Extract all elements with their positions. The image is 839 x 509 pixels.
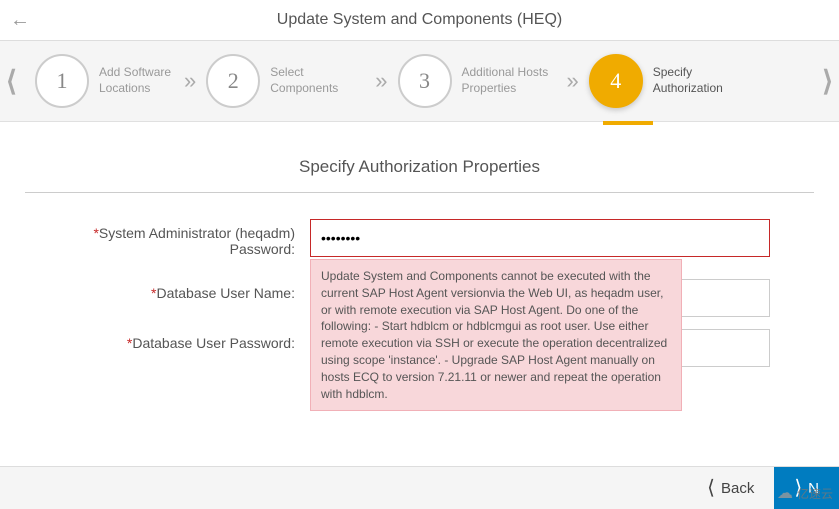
step-label: Select Components [270, 65, 365, 96]
watermark: ☁ 亿速云 [777, 483, 833, 503]
sysadmin-password-input[interactable] [310, 219, 770, 257]
label-text: System Administrator (heqadm) Password: [99, 225, 295, 257]
chevron-right-icon: » [375, 68, 387, 94]
watermark-text: 亿速云 [797, 485, 833, 502]
chevron-right-icon: » [567, 68, 579, 94]
row-sysadmin-password: *System Administrator (heqadm) Password:… [15, 213, 824, 263]
content-area: Specify Authorization Properties *System… [0, 122, 839, 388]
db-password-label: *Database User Password: [45, 329, 295, 351]
top-bar: ← Update System and Components (HEQ) [0, 0, 839, 40]
step-label: Add Software Locations [99, 65, 174, 96]
chevron-right-icon: » [184, 68, 196, 94]
error-tooltip: Update System and Components cannot be e… [310, 259, 682, 411]
label-text: Database User Password: [132, 335, 295, 351]
section-title-wrap: Specify Authorization Properties [25, 137, 814, 193]
wizard-bar: ⟨ 1 Add Software Locations » 2 Select Co… [0, 40, 839, 122]
wizard-step-2[interactable]: 2 Select Components [206, 54, 365, 108]
content-panel: Specify Authorization Properties *System… [15, 137, 824, 373]
wizard-step-4[interactable]: 4 Specify Authorization [589, 54, 728, 108]
wizard-steps: 1 Add Software Locations » 2 Select Comp… [35, 54, 804, 108]
wizard-step-1[interactable]: 1 Add Software Locations [35, 54, 174, 108]
back-arrow-icon[interactable]: ← [10, 10, 30, 30]
section-title: Specify Authorization Properties [25, 137, 814, 192]
back-button-label: Back [721, 480, 754, 497]
page-title: Update System and Components (HEQ) [0, 11, 839, 29]
label-text: Database User Name: [156, 285, 295, 301]
step-number: 1 [35, 54, 89, 108]
wizard-prev-icon[interactable]: ⟨ [6, 65, 17, 98]
step-label: Specify Authorization [653, 65, 728, 96]
wizard-next-icon[interactable]: ⟩ [822, 65, 833, 98]
step-number: 3 [398, 54, 452, 108]
sysadmin-password-input-wrap: Update System and Components cannot be e… [310, 219, 770, 257]
wizard-step-3[interactable]: 3 Additional Hosts Properties [398, 54, 557, 108]
step-number: 2 [206, 54, 260, 108]
back-button[interactable]: ⟨ Back [687, 467, 774, 509]
footer-bar: ⟨ Back ⟩ N [0, 466, 839, 509]
chevron-left-icon: ⟨ [707, 478, 715, 498]
step-label: Additional Hosts Properties [462, 65, 557, 96]
sysadmin-password-label: *System Administrator (heqadm) Password: [45, 219, 295, 257]
step-number: 4 [589, 54, 643, 108]
db-username-label: *Database User Name: [45, 279, 295, 301]
cloud-icon: ☁ [777, 483, 793, 503]
